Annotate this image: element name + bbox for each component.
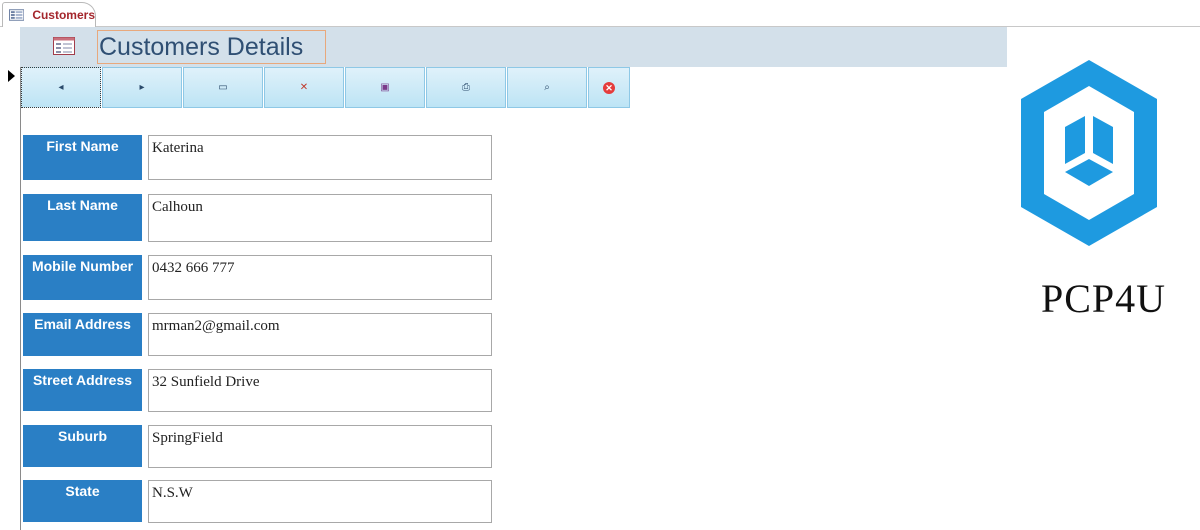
page-title: Customers Details (99, 33, 304, 61)
delete-record-button[interactable]: ✕ (264, 67, 344, 108)
record-selector[interactable] (0, 27, 21, 530)
close-form-button[interactable]: ✕ (588, 67, 630, 108)
hexagon-cube-logo (1021, 60, 1157, 246)
new-record-icon: ▭ (218, 82, 228, 93)
state-label: State (23, 480, 142, 522)
current-record-arrow-icon (8, 70, 15, 82)
search-icon: ⌕ (544, 82, 550, 93)
search-button[interactable]: ⌕ (507, 67, 587, 108)
street-address-field[interactable]: 32 Sunfield Drive (148, 369, 492, 412)
suburb-label: Suburb (23, 425, 142, 467)
next-record-button[interactable]: ▸ (102, 67, 182, 108)
tab-strip: Customers (0, 0, 1200, 27)
first-name-field[interactable]: Katerina (148, 135, 492, 180)
save-record-button[interactable]: ▣ (345, 67, 425, 108)
mobile-number-field[interactable]: 0432 666 777 (148, 255, 492, 300)
tab-label: Customers (32, 8, 95, 22)
print-button[interactable]: ⎙ (426, 67, 506, 108)
save-icon: ▣ (380, 82, 390, 93)
form-icon (53, 37, 75, 55)
street-address-label: Street Address (23, 369, 142, 411)
arrow-right-icon: ▸ (139, 82, 145, 93)
first-name-label: First Name (23, 135, 142, 180)
email-address-label: Email Address (23, 313, 142, 356)
new-record-button[interactable]: ▭ (183, 67, 263, 108)
suburb-field[interactable]: SpringField (148, 425, 492, 468)
state-field[interactable]: N.S.W (148, 480, 492, 523)
form-icon (9, 9, 25, 21)
email-address-field[interactable]: mrman2@gmail.com (148, 313, 492, 356)
navigation-toolbar: ◂ ▸ ▭ ✕ ▣ ⎙ ⌕ ✕ (21, 67, 631, 110)
close-icon: ✕ (603, 81, 615, 94)
last-name-label: Last Name (23, 194, 142, 241)
previous-record-button[interactable]: ◂ (21, 67, 101, 108)
customers-form: Customers Details ◂ ▸ ▭ ✕ ▣ ⎙ ⌕ ✕ First … (0, 27, 1200, 530)
tab-customers[interactable]: Customers (2, 2, 96, 27)
print-icon: ⎙ (462, 82, 470, 93)
brand-name: PCP4U (1040, 276, 1167, 321)
arrow-left-icon: ◂ (58, 82, 64, 93)
mobile-number-label: Mobile Number (23, 255, 142, 300)
last-name-field[interactable]: Calhoun (148, 194, 492, 242)
delete-record-icon: ✕ (299, 82, 309, 93)
form-header: Customers Details (20, 27, 1007, 67)
title-box: Customers Details (97, 30, 326, 64)
